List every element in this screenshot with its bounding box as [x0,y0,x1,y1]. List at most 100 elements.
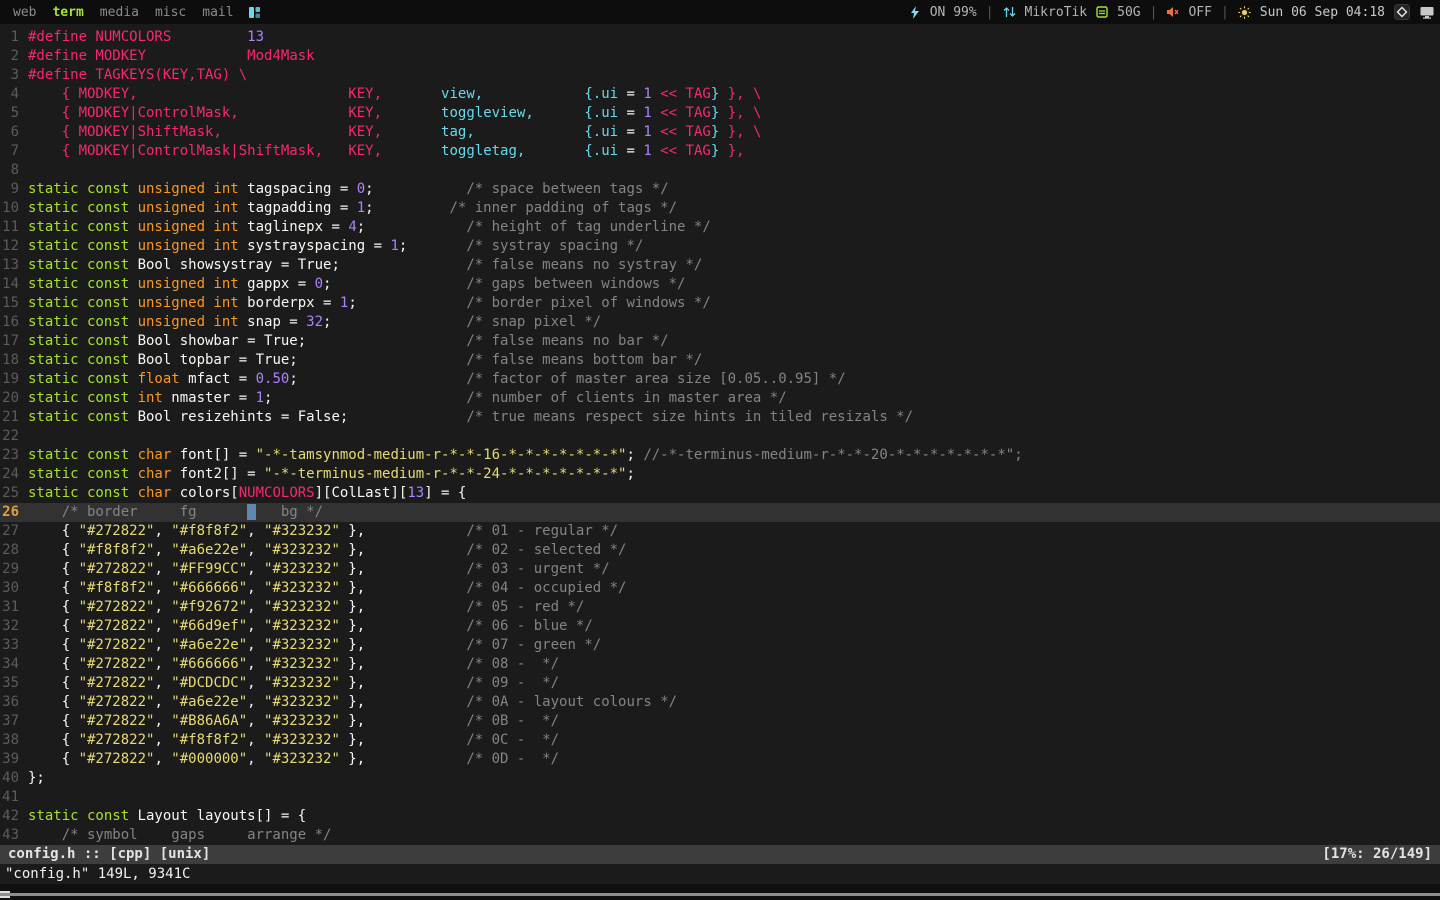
code-line-5[interactable]: 5 { MODKEY|ControlMask, KEY, toggleview,… [0,104,1440,123]
code-line-16[interactable]: 16 static const unsigned int snap = 32; /… [0,313,1440,332]
code-line-42[interactable]: 42 static const Layout layouts[] = { [0,807,1440,826]
tray-diamond-icon[interactable] [1394,4,1410,20]
code-text: static const char font[] = "-*-tamsynmod… [28,446,1023,465]
code-token: {.ui [584,86,619,102]
network-traffic-icon [1003,7,1015,17]
code-line-34[interactable]: 34 { "#272822", "#666666", "#323232" }, … [0,655,1440,674]
code-line-32[interactable]: 32 { "#272822", "#66d9ef", "#323232" }, … [0,617,1440,636]
code-token: "#a6e22e" [171,637,248,653]
code-line-30[interactable]: 30 { "#f8f8f2", "#666666", "#323232" }, … [0,579,1440,598]
separator: | [985,4,994,20]
code-text: static const unsigned int snap = 32; /* … [28,313,601,332]
code-token: /* border fg [28,504,248,520]
code-token: }, \ [727,105,762,121]
code-token: "#323232" [264,637,340,653]
code-line-14[interactable]: 14 static const unsigned int gappx = 0; /… [0,275,1440,294]
code-token: , [247,561,265,577]
line-number: 38 [2,732,19,748]
code-line-43[interactable]: 43 /* symbol gaps arrange */ [0,826,1440,845]
code-token: KEY, [348,105,383,121]
code-token: ; [356,219,366,235]
line-number: 42 [2,808,19,824]
code-line-4[interactable]: 4 { MODKEY, KEY, view, {.ui = 1 << TAG} … [0,85,1440,104]
code-line-28[interactable]: 28 { "#f8f8f2", "#a6e22e", "#323232" }, … [0,541,1440,560]
vim-editor[interactable]: 1 #define NUMCOLORS 13 2 #define MODKEY Mod… [0,24,1440,845]
code-token: , [247,599,265,615]
power-status: ON 99% [929,4,977,20]
code-line-18[interactable]: 18 static const Bool topbar = True; /* fa… [0,351,1440,370]
tag-term[interactable]: term [44,5,91,20]
line-number: 21 [2,409,19,425]
tray-display-icon[interactable] [1419,4,1435,20]
code-line-40[interactable]: 40}; [0,769,1440,788]
code-line-20[interactable]: 20 static const int nmaster = 1; /* numbe… [0,389,1440,408]
code-text: static const unsigned int tagspacing = 0… [28,180,669,199]
code-line-1[interactable]: 1 #define NUMCOLORS 13 [0,28,1440,47]
line-number: 19 [2,371,19,387]
code-text: { "#272822", "#f8f8f2", "#323232" }, /* … [28,731,559,750]
code-token: tagspacing = [247,181,357,197]
code-line-8[interactable]: 8 [0,161,1440,180]
code-line-35[interactable]: 35 { "#272822", "#DCDCDC", "#323232" }, … [0,674,1440,693]
code-line-17[interactable]: 17 static const Bool showbar = True; /* f… [0,332,1440,351]
code-line-6[interactable]: 6 { MODKEY|ShiftMask, KEY, tag, {.ui = 1… [0,123,1440,142]
code-line-22[interactable]: 22 [0,427,1440,446]
code-token: view, [441,86,484,102]
code-line-15[interactable]: 15 static const unsigned int borderpx = 1… [0,294,1440,313]
code-line-21[interactable]: 21 static const Bool resizehints = False;… [0,408,1440,427]
code-line-23[interactable]: 23 static const char font[] = "-*-tamsynm… [0,446,1440,465]
code-line-3[interactable]: 3 #define TAGKEYS(KEY,TAG) \ [0,66,1440,85]
code-token: , [154,675,172,691]
code-line-9[interactable]: 9 static const unsigned int tagspacing = … [0,180,1440,199]
code-line-26[interactable]: 26 /* border fg bg */ [0,503,1440,522]
code-line-33[interactable]: 33 { "#272822", "#a6e22e", "#323232" }, … [0,636,1440,655]
code-token: , [247,732,265,748]
code-line-29[interactable]: 29 { "#272822", "#FF99CC", "#323232" }, … [0,560,1440,579]
code-token: ; [348,295,357,311]
code-line-41[interactable]: 41 [0,788,1440,807]
code-line-7[interactable]: 7 { MODKEY|ControlMask|ShiftMask, KEY, t… [0,142,1440,161]
tag-web[interactable]: web [5,5,44,20]
code-token: "#323232" [264,542,340,558]
code-token: 1 [356,200,366,216]
code-line-27[interactable]: 27 { "#272822", "#f8f8f2", "#323232" }, … [0,522,1440,541]
code-token: }, [339,599,366,615]
code-token: gappx = [247,276,315,292]
code-line-25[interactable]: 25 static const char colors[NUMCOLORS][Co… [0,484,1440,503]
code-token: /* 01 - regular */ [466,523,619,539]
layout-indicator-icon[interactable] [248,6,261,19]
tag-mail[interactable]: mail [194,5,241,20]
code-line-12[interactable]: 12 static const unsigned int systrayspaci… [0,237,1440,256]
code-token: "#272822" [78,637,155,653]
code-text: { "#272822", "#B86A6A", "#323232" }, /* … [28,712,559,731]
line-number: 7 [10,143,19,159]
code-line-39[interactable]: 39 { "#272822", "#000000", "#323232" }, … [0,750,1440,769]
code-line-38[interactable]: 38 { "#272822", "#f8f8f2", "#323232" }, … [0,731,1440,750]
line-number: 33 [2,637,19,653]
code-line-31[interactable]: 31 { "#272822", "#f92672", "#323232" }, … [0,598,1440,617]
code-token: unsigned int [137,181,248,197]
code-line-19[interactable]: 19 static const float mfact = 0.50; /* fa… [0,370,1440,389]
code-line-2[interactable]: 2 #define MODKEY Mod4Mask [0,47,1440,66]
tag-media[interactable]: media [92,5,147,20]
code-line-24[interactable]: 24 static const char font2[] = "-*-termin… [0,465,1440,484]
code-text: { "#272822", "#66d9ef", "#323232" }, /* … [28,617,593,636]
code-token: static const [28,333,138,349]
code-token: { [28,561,79,577]
code-text: }; [28,769,45,788]
code-line-36[interactable]: 36 { "#272822", "#a6e22e", "#323232" }, … [0,693,1440,712]
code-token: systrayspacing = [247,238,391,254]
code-line-11[interactable]: 11 static const unsigned int taglinepx = … [0,218,1440,237]
tag-misc[interactable]: misc [147,5,194,20]
code-text: static const unsigned int systrayspacing… [28,237,643,256]
code-token: { [28,675,79,691]
code-token: /* systray spacing */ [466,238,644,254]
code-line-13[interactable]: 13 static const Bool showsystray = True; … [0,256,1440,275]
code-line-37[interactable]: 37 { "#272822", "#B86A6A", "#323232" }, … [0,712,1440,731]
code-line-10[interactable]: 10 static const unsigned int tagpadding =… [0,199,1440,218]
